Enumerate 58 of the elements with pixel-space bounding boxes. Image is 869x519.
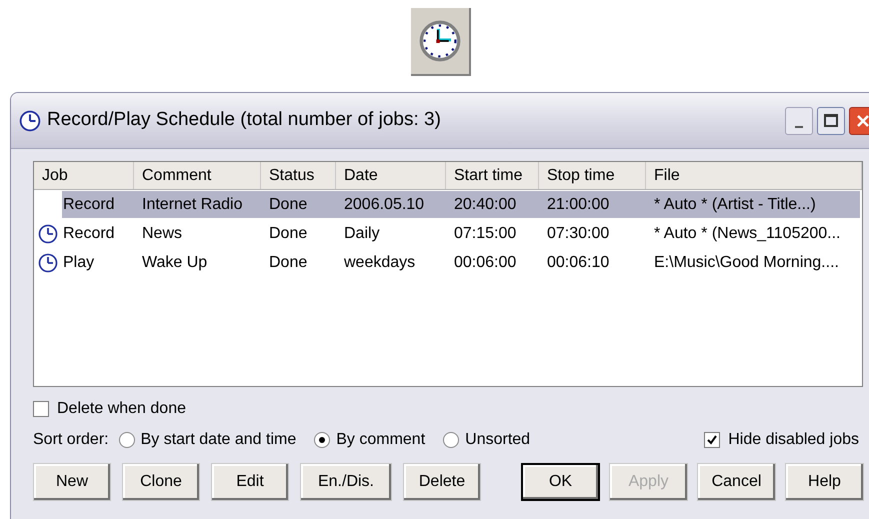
job-row[interactable]: Play Wake Up Done weekdays 00:06:00 00:06:10 E:\Music\Good Morning....	[34, 248, 862, 277]
column-header[interactable]: Job	[34, 162, 134, 189]
dialog-button[interactable]: OK	[521, 463, 600, 501]
table-cell-text: weekdays	[344, 252, 416, 272]
table-cell-text: 21:00:00	[547, 194, 610, 214]
radio-label: Unsorted	[465, 430, 530, 450]
table-cell-text: Internet Radio	[142, 194, 243, 214]
table-cell-text: News	[142, 224, 182, 244]
table-cell-text: Wake Up	[142, 252, 208, 272]
radio-button[interactable]	[314, 432, 330, 448]
checkbox-label: Hide disabled jobs	[728, 430, 859, 450]
close-icon	[855, 112, 869, 128]
column-header[interactable]: Start time	[446, 162, 539, 189]
dialog-button[interactable]: En./Dis.	[300, 463, 392, 501]
table-cell-text: * Auto * (Artist - Title...)	[654, 194, 816, 214]
radio-label: By comment	[336, 430, 426, 450]
dialog-button[interactable]: Delete	[403, 463, 481, 501]
job-row[interactable]: Record News Done Daily 07:15:00 07:30:00 * Auto * (News_1105200...	[34, 219, 862, 248]
table-cell-text: * Auto * (News_1105200...	[654, 224, 840, 244]
table-cell-text: 00:06:10	[547, 252, 610, 272]
column-header[interactable]: Stop time	[539, 162, 646, 189]
column-header[interactable]: Date	[336, 162, 446, 189]
table-cell-text: Daily	[344, 224, 380, 244]
table-cell-text: Record	[63, 194, 115, 214]
clock-icon	[38, 252, 58, 272]
sort-order-label: Sort order:	[33, 430, 109, 450]
radio-button[interactable]	[118, 432, 135, 448]
table-cell-text: E:\Music\Good Morning....	[654, 252, 839, 272]
clock-button[interactable]	[410, 8, 470, 76]
table-cell-text: 07:30:00	[547, 224, 610, 244]
table-cell-text: 07:15:00	[454, 224, 516, 244]
checkbox-label: Delete when done	[57, 399, 186, 419]
clock-icon	[418, 19, 462, 63]
dialog-button[interactable]: New	[33, 463, 111, 501]
table-cell-text: Done	[269, 194, 308, 214]
column-header[interactable]: File	[646, 162, 862, 189]
column-header[interactable]: Status	[261, 162, 336, 189]
column-header[interactable]: Comment	[134, 162, 261, 189]
radio-button[interactable]	[443, 432, 460, 448]
table-cell-text: 20:40:00	[454, 194, 516, 214]
window-title: Record/Play Schedule (total number of jobs: 3)	[47, 108, 441, 132]
table-cell-text: Done	[269, 224, 308, 244]
table-cell-text: 2006.05.10	[344, 194, 424, 214]
table-cell-text: Record	[63, 224, 115, 244]
dialog-button[interactable]: Cancel	[697, 463, 776, 501]
dialog-button[interactable]: Edit	[211, 463, 289, 501]
dialog-button[interactable]: Clone	[122, 463, 200, 501]
minimize-button[interactable]	[785, 106, 813, 134]
clock-icon	[19, 110, 41, 132]
radio-label: By start date and time	[140, 430, 296, 450]
close-button[interactable]	[849, 106, 869, 134]
table-cell-text: Done	[269, 252, 308, 272]
maximize-button[interactable]	[817, 106, 845, 134]
table-cell-text: 00:06:00	[454, 252, 516, 272]
table-cell-text: Play	[63, 252, 94, 272]
dialog-button[interactable]: Help	[785, 463, 864, 501]
delete-when-done-checkbox[interactable]	[33, 401, 49, 417]
clock-icon	[38, 224, 58, 244]
